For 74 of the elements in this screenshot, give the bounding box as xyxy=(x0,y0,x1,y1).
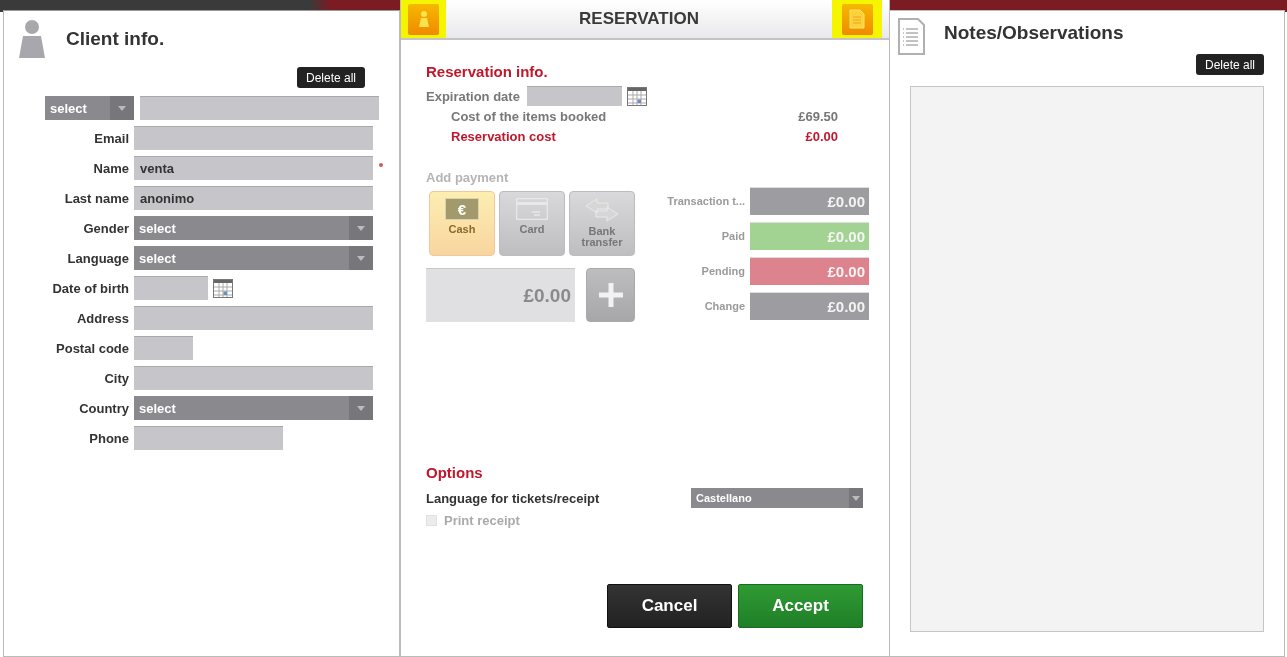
cancel-button[interactable]: Cancel xyxy=(607,584,732,628)
input-field[interactable] xyxy=(134,336,193,360)
client-button[interactable] xyxy=(408,3,439,35)
payment-method-button[interactable]: Bank transfer xyxy=(569,191,635,256)
total-value: £0.00 xyxy=(750,222,869,250)
caret-icon xyxy=(852,495,860,501)
total-value: £0.00 xyxy=(750,187,869,215)
caret-icon xyxy=(357,405,365,411)
person-icon xyxy=(19,20,45,58)
accept-button[interactable]: Accept xyxy=(738,584,863,628)
calendar-icon[interactable] xyxy=(626,86,647,106)
payment-method-button[interactable]: Card xyxy=(499,191,565,256)
caret-icon xyxy=(357,225,365,231)
total-label: Transaction t... xyxy=(666,195,746,207)
field-label: Expiration date xyxy=(426,88,520,104)
input-field[interactable]: anonimo xyxy=(134,186,373,210)
field-label: City xyxy=(103,370,130,386)
caret-icon xyxy=(357,255,365,261)
input-field[interactable] xyxy=(134,306,373,330)
dropdown[interactable]: select xyxy=(134,216,373,240)
field-label: Postal code xyxy=(55,340,130,356)
document-icon xyxy=(898,18,925,55)
cost-value: £0.00 xyxy=(805,128,838,144)
section-heading: Reservation info. xyxy=(426,63,549,80)
input-field[interactable]: venta xyxy=(134,156,373,180)
input-field[interactable] xyxy=(134,366,373,390)
field-label: Country xyxy=(78,400,130,416)
panel-title: Notes/Observations xyxy=(944,21,1124,44)
total-label: Pending xyxy=(700,265,746,277)
dropdown[interactable]: select xyxy=(134,246,373,270)
date-field[interactable] xyxy=(526,86,622,106)
title-select[interactable]: select xyxy=(45,96,134,120)
field-label: Date of birth xyxy=(51,280,130,296)
total-value: £0.00 xyxy=(750,292,869,320)
field-label: Last name xyxy=(63,190,130,206)
two-way-arrow-icon xyxy=(584,198,620,222)
input-field[interactable] xyxy=(134,426,283,450)
notes-button[interactable] xyxy=(841,3,873,35)
cost-value: £69.50 xyxy=(798,108,838,124)
field-label: Email xyxy=(93,130,130,146)
section-heading: Options xyxy=(426,464,484,481)
cost-label: Reservation cost xyxy=(451,128,556,144)
total-label: Change xyxy=(703,300,746,312)
field-label: Name xyxy=(92,160,130,176)
amount-field[interactable]: £0.00 xyxy=(426,268,575,322)
person-icon xyxy=(418,11,429,27)
field-label: Gender xyxy=(82,220,130,236)
field-label: Language xyxy=(66,250,130,266)
dropdown[interactable]: Castellano xyxy=(691,488,863,508)
cost-label: Cost of the items booked xyxy=(451,108,607,124)
field-label: Address xyxy=(75,310,130,326)
panel-title: Client info. xyxy=(66,28,165,50)
field-label: Phone xyxy=(88,430,130,446)
input-field[interactable] xyxy=(134,126,373,150)
total-label: Paid xyxy=(720,230,746,242)
plus-icon xyxy=(598,283,623,307)
calendar-icon[interactable] xyxy=(213,278,233,298)
total-value: £0.00 xyxy=(750,257,869,285)
document-icon xyxy=(849,9,865,29)
payment-method-button[interactable]: € Cash xyxy=(429,191,495,256)
section-heading: Add payment xyxy=(426,170,510,185)
dropdown[interactable]: select xyxy=(134,396,373,420)
date-field[interactable] xyxy=(134,276,208,300)
add-button[interactable] xyxy=(586,268,635,322)
notes-field[interactable] xyxy=(910,86,1264,632)
banknote-icon: € xyxy=(445,198,479,220)
delete-all-button[interactable]: Delete all xyxy=(1195,54,1264,75)
dialog-title: RESERVATION xyxy=(579,9,699,29)
field-label: Language for tickets/receipt xyxy=(426,490,600,506)
card-icon xyxy=(516,198,548,220)
delete-all-button[interactable]: Delete all xyxy=(296,67,365,88)
caret-icon xyxy=(118,105,126,111)
input-field[interactable] xyxy=(140,96,379,120)
checkbox-label: Print receipt xyxy=(444,513,520,528)
